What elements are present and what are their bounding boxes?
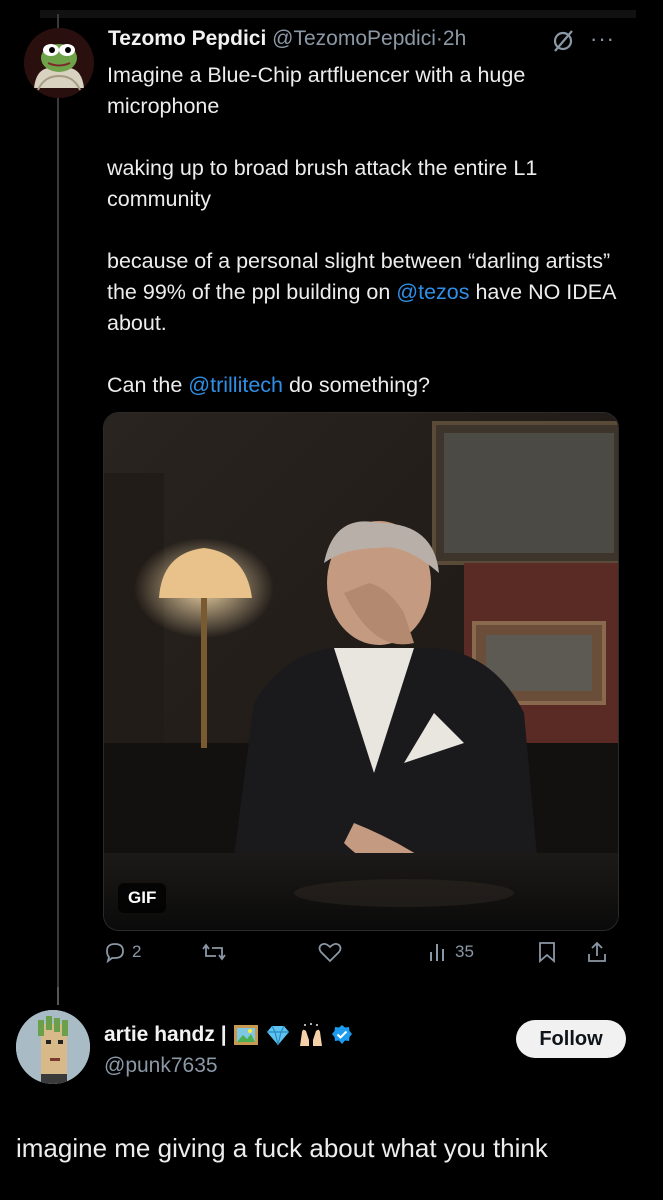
author-name-text[interactable]: artie handz | (104, 1023, 227, 1047)
paragraph-3: because of a personal slight between “da… (107, 249, 616, 335)
paragraph-4: Can the @trillitech do something? (107, 373, 430, 397)
thread-connector-line (57, 14, 59, 1002)
post-text: Imagine a Blue-Chip artfluencer with a h… (107, 60, 622, 432)
avatar-artie[interactable] (16, 1010, 90, 1084)
retweet-icon (202, 943, 226, 961)
post-header: Tezomo Pepdici @TezomoPepdici·2h (108, 27, 466, 51)
author-handle-2[interactable]: @punk7635 (104, 1054, 218, 1078)
thread-connector-line-bottom (57, 987, 59, 1005)
share-icon (588, 941, 606, 962)
author-handle[interactable]: @TezomoPepdici (272, 27, 436, 50)
cryptopunk-avatar-image (16, 1010, 90, 1084)
author-name-2: artie handz | (104, 1022, 353, 1048)
raised-hands-emoji (299, 1023, 322, 1046)
follow-button[interactable]: Follow (516, 1020, 626, 1058)
header-icons: ··· (548, 26, 628, 56)
author-name[interactable]: Tezomo Pepdici (108, 27, 266, 50)
bookmark-icon (539, 942, 555, 963)
reply-text: imagine me giving a fuck about what you … (16, 1133, 548, 1163)
gem-emoji (266, 1025, 289, 1046)
gif-media[interactable]: GIF (103, 412, 619, 931)
views-count: 35 (455, 942, 474, 961)
no-slash-icon[interactable] (550, 28, 576, 59)
framed-picture-emoji (233, 1025, 258, 1045)
like-button[interactable] (317, 940, 343, 964)
separator-dot: · (435, 27, 443, 50)
gif-badge: GIF (118, 883, 167, 913)
verified-badge-icon (331, 1025, 352, 1044)
bookmark-button[interactable] (536, 940, 558, 964)
more-icon[interactable]: ··· (590, 26, 615, 52)
reply-count: 2 (132, 942, 142, 961)
paragraph-2: waking up to broad brush attack the enti… (107, 156, 538, 211)
mention-tezos[interactable]: @tezos (396, 280, 469, 304)
top-scroll-bar (40, 10, 636, 18)
views-icon (430, 944, 444, 961)
facepalm-gif-image (104, 413, 618, 930)
post-time[interactable]: 2h (443, 27, 466, 50)
share-button[interactable] (586, 940, 608, 964)
reply-button[interactable]: 2 (103, 940, 141, 964)
pepe-avatar-image (24, 28, 94, 98)
like-icon (318, 942, 342, 963)
mention-trillitech[interactable]: @trillitech (188, 373, 283, 397)
reply-icon (106, 943, 124, 964)
avatar-tezomo[interactable] (24, 28, 94, 98)
post-actions: 2 35 (103, 940, 623, 976)
retweet-button[interactable] (201, 940, 227, 964)
views-button[interactable]: 35 (428, 940, 474, 964)
paragraph-1: Imagine a Blue-Chip artfluencer with a h… (107, 63, 526, 118)
